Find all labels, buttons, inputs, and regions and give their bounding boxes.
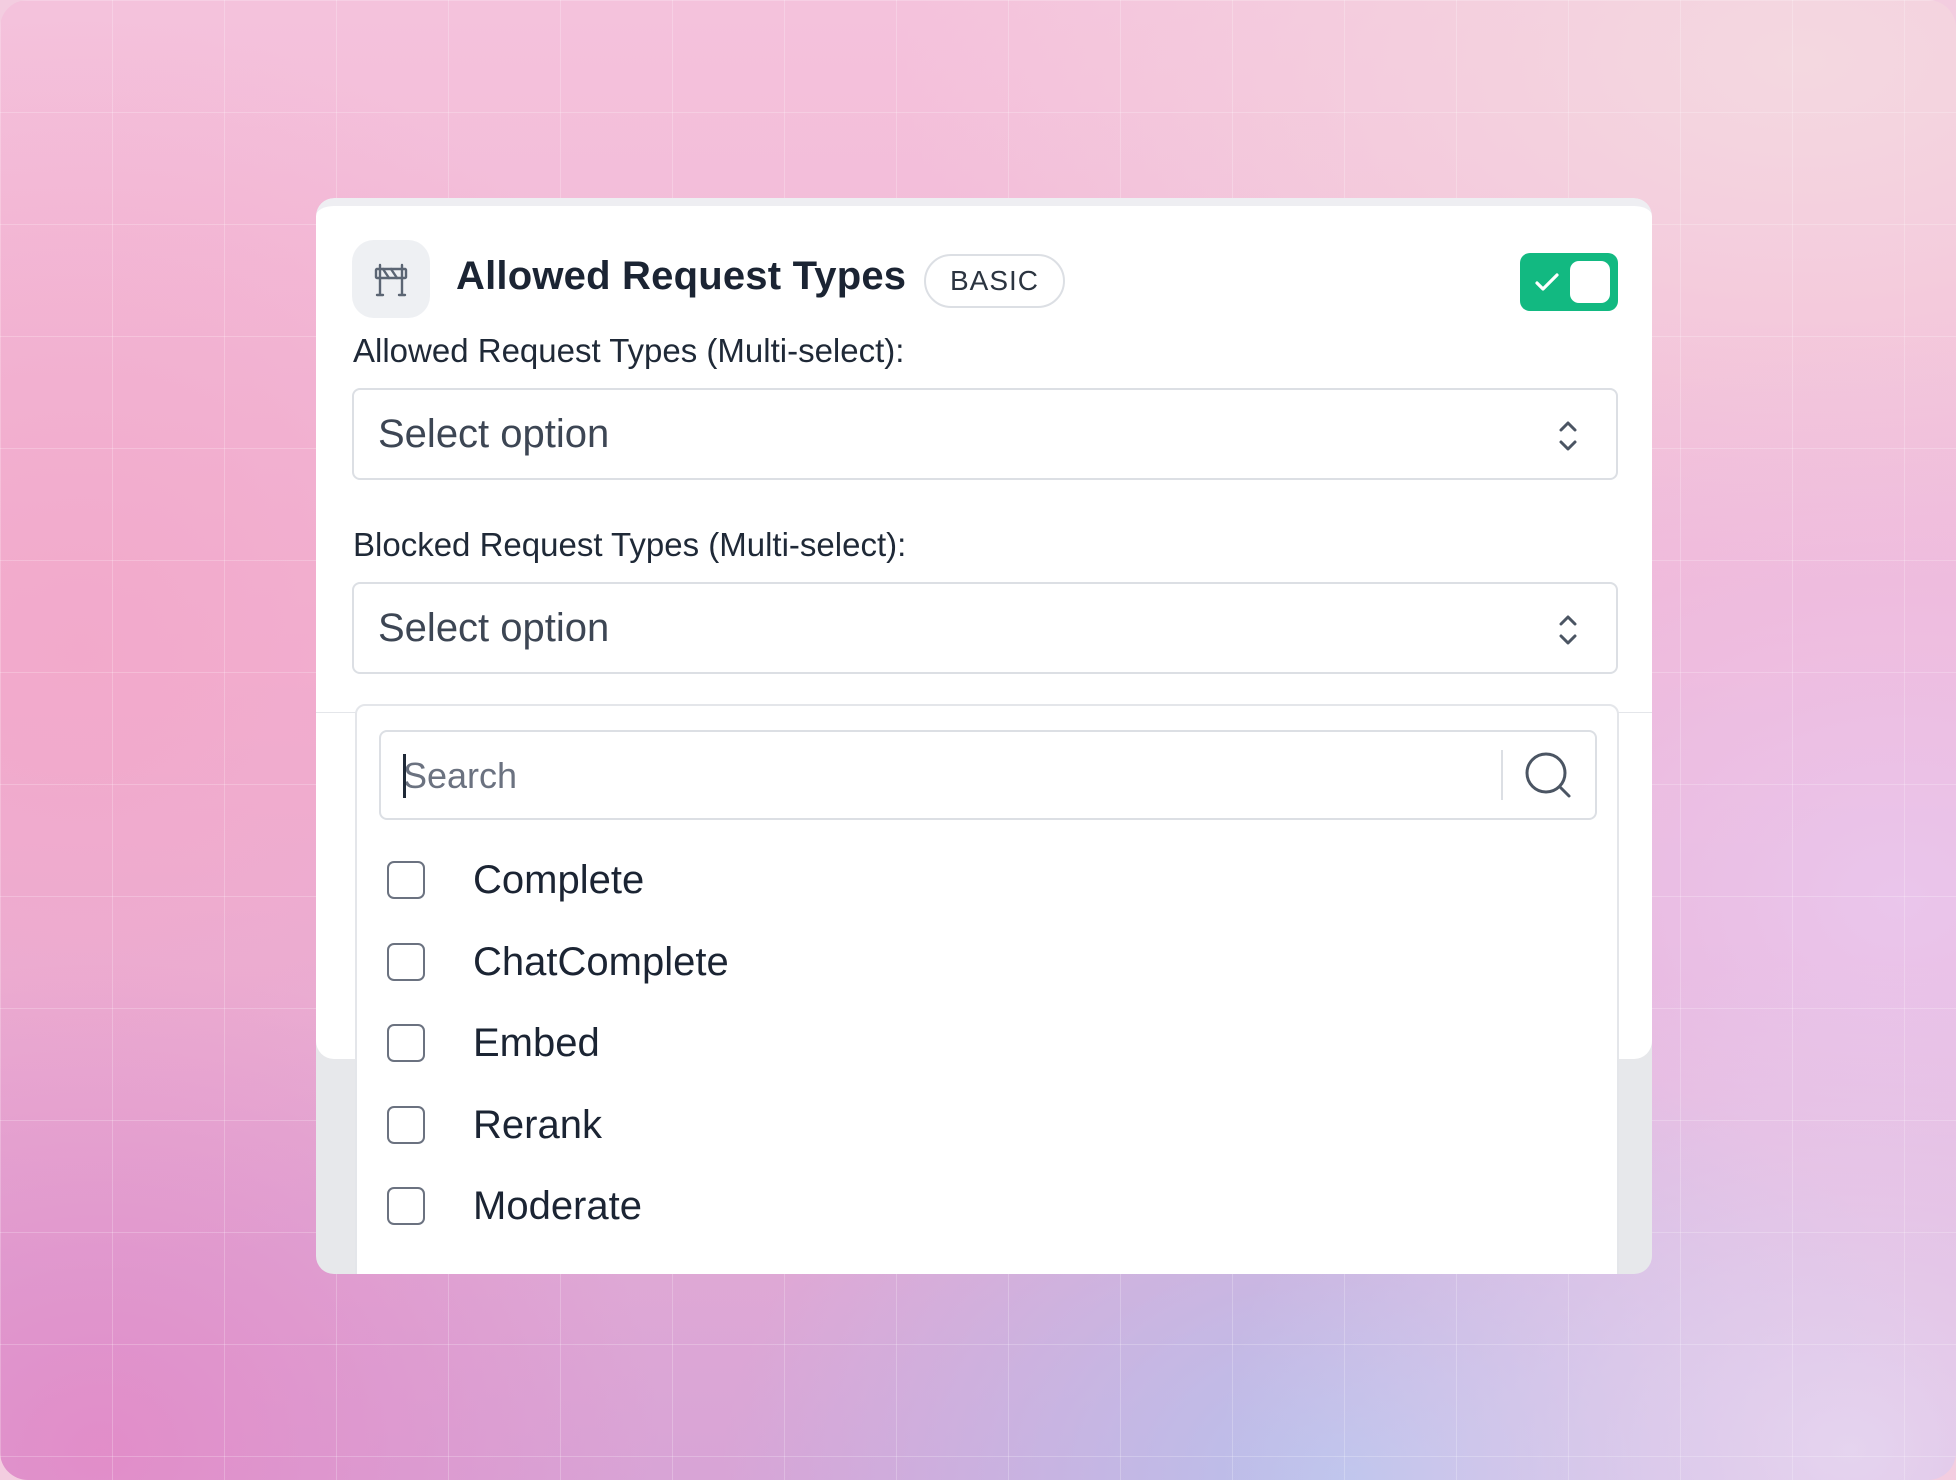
checkbox[interactable]	[387, 1187, 425, 1225]
options-dropdown: Complete ChatComplete Embed Rerank Moder…	[355, 704, 1619, 1274]
search-input[interactable]	[401, 746, 1485, 806]
blocked-types-select[interactable]: Select option	[352, 582, 1618, 674]
text-cursor	[403, 754, 406, 798]
checkbox[interactable]	[387, 861, 425, 899]
option-label: Moderate	[473, 1183, 642, 1228]
barrier-icon	[352, 240, 430, 318]
search-box[interactable]	[379, 730, 1597, 820]
option-label: ChatComplete	[473, 939, 729, 984]
allowed-types-value: Select option	[378, 411, 610, 456]
toggle-knob	[1570, 261, 1610, 303]
plan-badge: BASIC	[924, 254, 1066, 308]
checkbox[interactable]	[387, 1106, 425, 1144]
option-rerank[interactable]: Rerank	[387, 1095, 1567, 1155]
search-divider	[1501, 750, 1503, 800]
blocked-types-label: Blocked Request Types (Multi-select):	[353, 526, 907, 563]
enable-toggle[interactable]	[1520, 253, 1618, 311]
option-moderate[interactable]: Moderate	[387, 1176, 1567, 1236]
plugin-card: Allowed Request Types BASIC Allowed Requ…	[316, 198, 1652, 1274]
page-title: Allowed Request Types	[456, 254, 907, 298]
option-label: Complete	[473, 857, 645, 902]
chevron-updown-icon	[1559, 615, 1577, 645]
blocked-types-value: Select option	[378, 605, 610, 650]
option-label: Embed	[473, 1020, 600, 1065]
option-embed[interactable]: Embed	[387, 1013, 1567, 1073]
checkbox[interactable]	[387, 1024, 425, 1062]
option-complete[interactable]: Complete	[387, 850, 1567, 910]
checkbox[interactable]	[387, 943, 425, 981]
option-label: Rerank	[473, 1102, 602, 1147]
allowed-types-label: Allowed Request Types (Multi-select):	[353, 332, 905, 369]
allowed-types-select[interactable]: Select option	[352, 388, 1618, 480]
search-icon[interactable]	[1521, 748, 1577, 804]
chevron-updown-icon	[1559, 421, 1577, 451]
check-icon	[1535, 273, 1559, 291]
option-chatcomplete[interactable]: ChatComplete	[387, 932, 1567, 992]
